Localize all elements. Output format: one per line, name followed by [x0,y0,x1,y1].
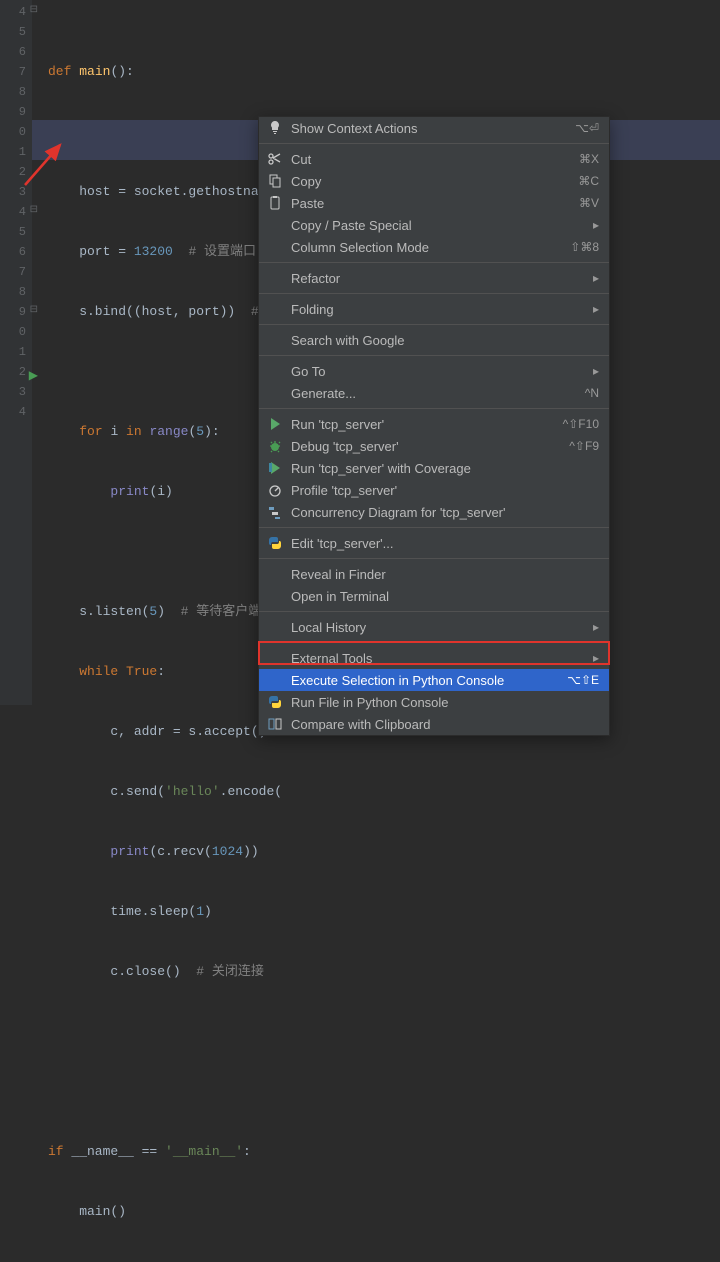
menu-run-file-console[interactable]: Run File in Python Console [259,691,609,713]
menu-open-terminal[interactable]: Open in Terminal [259,585,609,607]
menu-debug[interactable]: Debug 'tcp_server'^⇧F9 [259,435,609,457]
menu-concurrency[interactable]: Concurrency Diagram for 'tcp_server' [259,501,609,523]
submenu-arrow-icon: ▸ [593,271,599,285]
threads-icon [267,504,283,520]
menu-local-history[interactable]: Local History▸ [259,616,609,638]
submenu-arrow-icon: ▸ [593,364,599,378]
submenu-arrow-icon: ▸ [593,218,599,232]
menu-execute-in-console[interactable]: Execute Selection in Python Console⌥⇧E [259,669,609,691]
menu-cut[interactable]: Cut⌘X [259,148,609,170]
play-icon [267,416,283,432]
line-gutter: 4⊟ 5 6 7 8 9 0 1 2 3 4⊟ 5 6 7 8 9⊟ 0 1 2… [0,0,32,705]
menu-copy-paste-special[interactable]: Copy / Paste Special▸ [259,214,609,236]
menu-external-tools[interactable]: External Tools▸ [259,647,609,669]
context-menu: Show Context Actions ⌥⏎ Cut⌘X Copy⌘C Pas… [258,116,610,736]
menu-reveal-finder[interactable]: Reveal in Finder [259,563,609,585]
copy-icon [267,173,283,189]
menu-compare-clipboard[interactable]: Compare with Clipboard [259,713,609,735]
python-icon [267,535,283,551]
submenu-arrow-icon: ▸ [593,651,599,665]
menu-column-selection[interactable]: Column Selection Mode⇧⌘8 [259,236,609,258]
menu-run[interactable]: Run 'tcp_server'^⇧F10 [259,413,609,435]
menu-show-context-actions[interactable]: Show Context Actions ⌥⏎ [259,117,609,139]
scissors-icon [267,151,283,167]
menu-copy[interactable]: Copy⌘C [259,170,609,192]
menu-search-google[interactable]: Search with Google [259,329,609,351]
menu-goto[interactable]: Go To▸ [259,360,609,382]
menu-coverage[interactable]: Run 'tcp_server' with Coverage [259,457,609,479]
menu-profile[interactable]: Profile 'tcp_server' [259,479,609,501]
shield-play-icon [267,460,283,476]
menu-refactor[interactable]: Refactor▸ [259,267,609,289]
menu-generate[interactable]: Generate...^N [259,382,609,404]
python-icon [267,694,283,710]
bug-icon [267,438,283,454]
menu-paste[interactable]: Paste⌘V [259,192,609,214]
submenu-arrow-icon: ▸ [593,302,599,316]
menu-edit-config[interactable]: Edit 'tcp_server'... [259,532,609,554]
clipboard-icon [267,195,283,211]
menu-folding[interactable]: Folding▸ [259,298,609,320]
bulb-icon [267,120,283,136]
meter-icon [267,482,283,498]
submenu-arrow-icon: ▸ [593,620,599,634]
compare-icon [267,716,283,732]
